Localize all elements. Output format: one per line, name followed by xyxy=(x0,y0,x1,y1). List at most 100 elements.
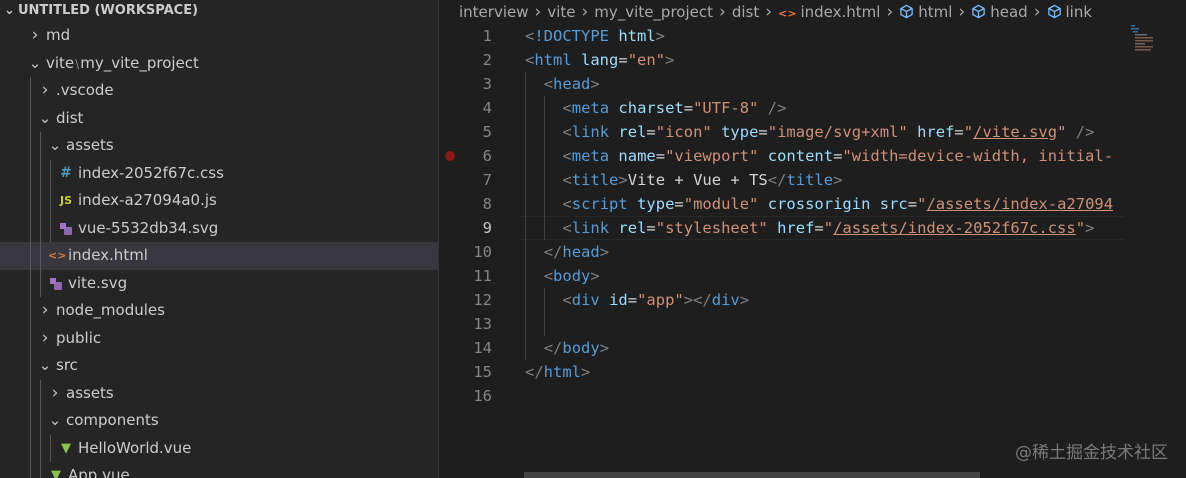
code-line[interactable]: 4 <meta charset="UTF-8" /> xyxy=(439,96,1186,120)
token-punc: < xyxy=(562,291,572,309)
tree-item-md[interactable]: › md xyxy=(0,22,438,50)
breadcrumb-item[interactable]: head xyxy=(990,3,1027,21)
code-text: <meta charset="UTF-8" /> xyxy=(562,96,786,120)
token-txt: = xyxy=(627,291,638,309)
chevron-right-icon[interactable]: › xyxy=(38,325,52,353)
token-strlink[interactable]: /assets/index-a27094 xyxy=(926,195,1113,213)
chevron-right-icon: › xyxy=(1033,2,1041,22)
chevron-right-icon[interactable]: › xyxy=(48,380,62,408)
token-attr: content xyxy=(767,147,834,165)
code-line[interactable]: 3 <head> xyxy=(439,72,1186,96)
token-punc: ></ xyxy=(683,291,712,309)
tree-item-vite-svg[interactable]: vite.svg xyxy=(0,269,438,297)
token-strlink[interactable]: /assets/index-2052f67c.css xyxy=(833,219,1076,237)
chevron-right-icon[interactable]: › xyxy=(38,297,52,325)
token-str: "UTF-8" xyxy=(693,99,759,117)
indent-guide xyxy=(50,214,51,242)
line-number: 5 xyxy=(482,123,492,141)
token-tag: html xyxy=(534,51,572,69)
chevron-down-icon[interactable]: ⌄ xyxy=(38,352,52,380)
line-number: 9 xyxy=(482,219,492,237)
minimap[interactable] xyxy=(1131,24,1153,54)
breadcrumb-item[interactable]: vite xyxy=(547,3,575,21)
code-editor[interactable]: interview › vite › my_vite_project › dist › <> in… xyxy=(439,0,1186,478)
tree-item-app-vue[interactable]: ▼ App.vue xyxy=(0,462,438,478)
token-punc: < xyxy=(543,267,554,285)
code-line[interactable]: 16 xyxy=(439,384,1186,408)
chevron-right-icon[interactable]: › xyxy=(38,77,52,105)
chevron-right-icon[interactable]: › xyxy=(28,22,42,50)
tree-item-index-html[interactable]: <> index.html xyxy=(0,242,438,270)
token-attr: type xyxy=(721,123,759,141)
code-line[interactable]: 6 <meta name="viewport" content="width=de… xyxy=(439,144,1186,168)
workspace-title: UNTITLED (WORKSPACE) xyxy=(18,3,199,18)
code-line[interactable]: 10 </head> xyxy=(439,240,1186,264)
chevron-down-icon[interactable]: ⌄ xyxy=(28,50,42,78)
tree-item--vscode[interactable]: › .vscode xyxy=(0,77,438,105)
token-punc: /> xyxy=(767,99,787,117)
code-line[interactable]: 12 <div id="app"></div> xyxy=(439,288,1186,312)
code-area[interactable]: 1 <!DOCTYPE html> 2 <html lang="en"> 3 <head>… xyxy=(439,24,1186,408)
line-number: 13 xyxy=(473,315,492,333)
indent-guide xyxy=(543,168,545,192)
tree-item-components[interactable]: ⌄ components xyxy=(0,407,438,435)
code-line[interactable]: 5 <link rel="icon" type="image/svg+xml" h… xyxy=(439,120,1186,144)
tree-item-assets[interactable]: ⌄ assets xyxy=(0,132,438,160)
code-line[interactable]: 9 <link rel="stylesheet" href="/assets/in… xyxy=(439,216,1186,240)
indent-guide xyxy=(30,214,31,242)
tree-item-label: vite\my_vite_project xyxy=(46,50,199,79)
indent-guide xyxy=(525,264,526,288)
code-line[interactable]: 2 <html lang="en"> xyxy=(439,48,1186,72)
line-number: 6 xyxy=(482,147,492,165)
tree-item-dist[interactable]: ⌄ dist xyxy=(0,104,438,133)
tree-item-src[interactable]: ⌄ src xyxy=(0,352,438,380)
chevron-right-icon: › xyxy=(958,2,966,22)
code-line[interactable]: 11 <body> xyxy=(439,264,1186,288)
token-strlink[interactable]: /vite.svg xyxy=(973,123,1057,141)
tree-item-public[interactable]: › public xyxy=(0,324,438,353)
line-number: 2 xyxy=(482,51,492,69)
code-line[interactable]: 8 <script type="module" crossorigin src="… xyxy=(439,192,1186,216)
indent-guide xyxy=(40,462,41,478)
breadcrumb-item[interactable]: interview xyxy=(459,3,529,21)
workspace-header[interactable]: ⌄ UNTITLED (WORKSPACE) xyxy=(0,0,438,22)
breadcrumb-item[interactable]: html xyxy=(918,3,952,21)
horizontal-scrollbar[interactable] xyxy=(524,472,980,478)
line-number: 3 xyxy=(482,75,492,93)
token-attr: type xyxy=(637,195,675,213)
tree-item-index-2052f67c-css[interactable]: # index-2052f67c.css xyxy=(0,159,438,187)
tree-item-node-modules[interactable]: › node_modules xyxy=(0,297,438,325)
breadcrumb-item[interactable]: index.html xyxy=(800,3,880,21)
breadcrumb-item[interactable]: my_vite_project xyxy=(594,3,713,21)
token-punc: > xyxy=(833,171,843,189)
tree-item-index-a27094a0-js[interactable]: JS index-a27094a0.js xyxy=(0,187,438,215)
indent-guide xyxy=(50,159,51,187)
breadcrumb-item[interactable]: dist xyxy=(732,3,759,21)
token-txt: = xyxy=(674,195,684,213)
chevron-down-icon[interactable]: ⌄ xyxy=(48,407,62,435)
tree-item-vite[interactable]: ⌄ vite\my_vite_project xyxy=(0,50,438,78)
indent-guide xyxy=(30,159,31,187)
token-attr: href xyxy=(917,123,955,141)
tree-item-assets[interactable]: › assets xyxy=(0,379,438,408)
token-tag: script xyxy=(571,195,628,213)
code-text: <!DOCTYPE html> xyxy=(525,24,665,48)
code-line[interactable]: 13 xyxy=(439,312,1186,336)
chevron-down-icon[interactable]: ⌄ xyxy=(38,105,52,133)
indent-guide xyxy=(543,120,545,144)
token-punc: > xyxy=(618,171,628,189)
tree-item-helloworld-vue[interactable]: ▼ HelloWorld.vue xyxy=(0,434,438,462)
code-line[interactable]: 15 </html> xyxy=(439,360,1186,384)
code-line[interactable]: 7 <title>Vite + Vue + TS</title> xyxy=(439,168,1186,192)
code-line[interactable]: 14 </body> xyxy=(439,336,1186,360)
file-tree: › md ⌄ vite\my_vite_project › .vscode ⌄ dist ⌄ as… xyxy=(0,22,438,478)
code-line[interactable]: 1 <!DOCTYPE html> xyxy=(439,24,1186,48)
breadcrumb-item[interactable]: link xyxy=(1066,3,1093,21)
tree-item-label: index-2052f67c.css xyxy=(78,163,224,182)
tree-item-vue-5532db34-svg[interactable]: vue-5532db34.svg xyxy=(0,214,438,242)
chevron-down-icon[interactable]: ⌄ xyxy=(48,132,62,160)
